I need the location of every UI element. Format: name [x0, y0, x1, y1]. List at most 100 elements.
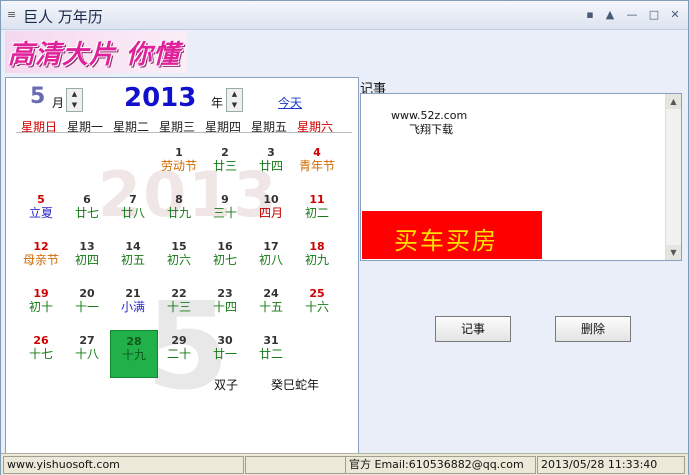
- day-number: 16: [217, 240, 233, 253]
- lunar-label: 四月: [258, 206, 283, 220]
- lunar-label: 劳动节: [160, 159, 197, 173]
- day-cell[interactable]: 12 母亲节: [18, 236, 64, 282]
- day-cell[interactable]: 14 初五: [110, 236, 156, 282]
- day-number: 21: [125, 287, 141, 300]
- notes-ad-banner[interactable]: 买车买房: [362, 211, 542, 259]
- lunar-label: 十五: [258, 300, 283, 314]
- lunar-label: 十八: [74, 347, 99, 361]
- maximize-button[interactable]: □: [645, 7, 663, 23]
- day-cell[interactable]: 18 初九: [294, 236, 340, 282]
- status-datetime: 2013/05/28 11:33:40: [537, 456, 685, 474]
- scroll-down-icon[interactable]: ▼: [666, 245, 681, 260]
- menu-dropdown-icon[interactable]: ▪: [581, 7, 599, 23]
- notes-line-2: 飞翔下载: [409, 123, 453, 136]
- day-cell[interactable]: 31 廿二: [248, 330, 294, 376]
- day-cell[interactable]: 11 初二: [294, 189, 340, 235]
- roll-up-icon[interactable]: ▲: [601, 7, 619, 23]
- month-up-icon[interactable]: ▲: [67, 89, 82, 100]
- lunar-label: 十一: [74, 300, 99, 314]
- month-spinner[interactable]: ▲ ▼: [66, 88, 83, 112]
- year-up-icon[interactable]: ▲: [227, 89, 242, 100]
- day-number: 24: [263, 287, 279, 300]
- day-number: 6: [83, 193, 91, 206]
- day-cell[interactable]: 13 初四: [64, 236, 110, 282]
- today-link[interactable]: 今天: [278, 94, 302, 111]
- day-cell[interactable]: 2 廿三: [202, 142, 248, 188]
- day-cell[interactable]: 10 四月: [248, 189, 294, 235]
- day-cell[interactable]: 16 初七: [202, 236, 248, 282]
- day-number: 5: [37, 193, 45, 206]
- year-down-icon[interactable]: ▼: [227, 100, 242, 111]
- day-cell[interactable]: 17 初八: [248, 236, 294, 282]
- ad-banner[interactable]: 高清大片 你懂得: [5, 31, 187, 107]
- lunar-label: 廿四: [258, 159, 283, 173]
- day-cell[interactable]: 9 三十: [202, 189, 248, 235]
- year-spinner[interactable]: ▲ ▼: [226, 88, 243, 112]
- day-number: 1: [175, 146, 183, 159]
- delete-button[interactable]: 删除: [555, 316, 631, 342]
- day-cell-selected[interactable]: 28 十九: [110, 330, 158, 378]
- day-cell[interactable]: 27 十八: [64, 330, 110, 376]
- month-value: 5: [30, 84, 46, 109]
- day-number: 8: [175, 193, 183, 206]
- month-down-icon[interactable]: ▼: [67, 100, 82, 111]
- day-number: 3: [267, 146, 275, 159]
- day-cell[interactable]: 29 二十: [156, 330, 202, 376]
- day-cell[interactable]: 4 青年节: [294, 142, 340, 188]
- notes-scrollbar[interactable]: ▲ ▼: [665, 94, 681, 260]
- weekday-thu: 星期四: [204, 120, 241, 134]
- year-value: 2013: [124, 83, 197, 113]
- weekday-sat: 星期六: [296, 120, 333, 134]
- scroll-up-icon[interactable]: ▲: [666, 94, 681, 109]
- day-cell[interactable]: 3 廿四: [248, 142, 294, 188]
- day-number: 13: [79, 240, 95, 253]
- day-number: 14: [125, 240, 141, 253]
- notes-ad-text: 买车买房: [394, 227, 498, 255]
- day-cell[interactable]: 1 劳动节: [156, 142, 202, 188]
- day-cell[interactable]: 5 立夏: [18, 189, 64, 235]
- day-number: 23: [217, 287, 233, 300]
- day-number: 4: [313, 146, 321, 159]
- day-number: 12: [33, 240, 49, 253]
- day-cell[interactable]: 6 廿七: [64, 189, 110, 235]
- minimize-button[interactable]: —: [623, 7, 641, 23]
- day-number: 20: [79, 287, 95, 300]
- weekday-header: 星期日 星期一 星期二 星期三 星期四 星期五 星期六: [16, 118, 352, 134]
- day-cell[interactable]: 26 十七: [18, 330, 64, 376]
- day-cell[interactable]: 20 十一: [64, 283, 110, 329]
- day-cell[interactable]: 23 十四: [202, 283, 248, 329]
- calendar-panel: 2013 5 5 月 ▲ ▼ 2013 年 ▲ ▼ 今天 星期日 星期一 星期二…: [5, 77, 359, 454]
- day-cell[interactable]: 8 廿九: [156, 189, 202, 235]
- day-number: 25: [309, 287, 325, 300]
- day-cell[interactable]: 19 初十: [18, 283, 64, 329]
- note-button[interactable]: 记事: [435, 316, 511, 342]
- lunar-label: 十九: [121, 348, 146, 362]
- day-cell[interactable]: 24 十五: [248, 283, 294, 329]
- lunar-label: 廿八: [120, 206, 145, 220]
- lunar-label: 十六: [304, 300, 329, 314]
- day-number: 9: [221, 193, 229, 206]
- status-website: www.yishuosoft.com: [3, 456, 244, 474]
- month-unit: 月: [52, 96, 65, 110]
- lunar-label: 二十: [166, 347, 191, 361]
- day-number: 31: [263, 334, 279, 347]
- menu-icon[interactable]: ≡: [7, 8, 16, 21]
- day-cell[interactable]: 30 廿一: [202, 330, 248, 376]
- day-cell[interactable]: 22 十三: [156, 283, 202, 329]
- notes-textarea[interactable]: www.52z.com 飞翔下载 买车买房 ▲ ▼: [360, 93, 682, 261]
- day-cell[interactable]: 21 小满: [110, 283, 156, 329]
- day-cell[interactable]: 7 廿八: [110, 189, 156, 235]
- lunar-label: 初九: [304, 253, 329, 267]
- day-number: 29: [171, 334, 187, 347]
- lunar-label: 初十: [28, 300, 53, 314]
- day-cell[interactable]: 25 十六: [294, 283, 340, 329]
- lunar-label: 初二: [304, 206, 329, 220]
- app-window: ≡ 巨人 万年历 ▪ ▲ — □ ✕ 高清大片 你懂得 2013 5 5 月 ▲…: [0, 0, 689, 475]
- close-button[interactable]: ✕: [666, 7, 684, 23]
- lunar-label: 初七: [212, 253, 237, 267]
- year-unit: 年: [211, 96, 224, 110]
- day-cell[interactable]: 15 初六: [156, 236, 202, 282]
- lunar-label: 初八: [258, 253, 283, 267]
- weekday-tue: 星期二: [112, 120, 149, 134]
- day-number: 2: [221, 146, 229, 159]
